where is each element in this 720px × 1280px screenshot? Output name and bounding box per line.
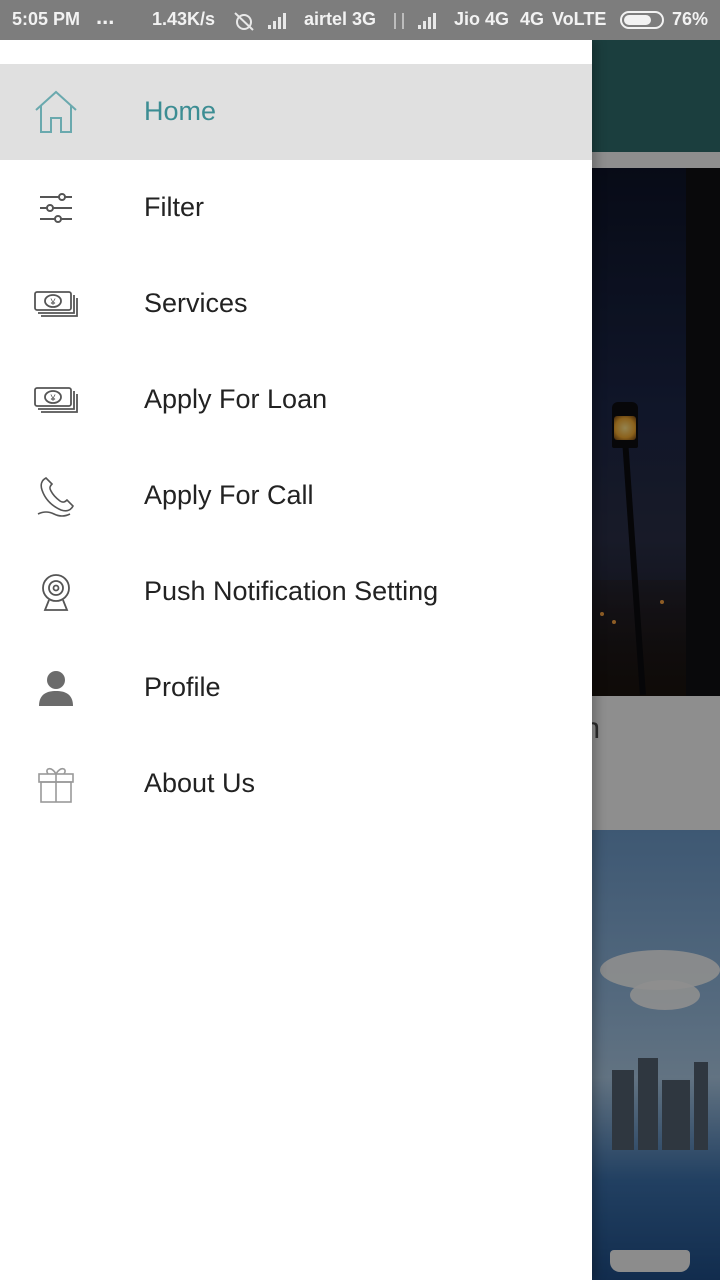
status-carrier-1: airtel 3G	[304, 9, 377, 29]
signal-strength-icon	[268, 12, 290, 29]
drawer-item-services[interactable]: ¥ Services	[0, 256, 592, 352]
signal-strength-icon	[418, 12, 440, 29]
phone-icon	[32, 472, 80, 520]
data-arrows-icon	[394, 13, 404, 29]
battery-icon	[620, 11, 664, 29]
status-carrier-2: Jio 4G	[454, 9, 510, 29]
drawer-item-apply-for-loan[interactable]: ¥ Apply For Loan	[0, 352, 592, 448]
person-icon	[32, 664, 80, 712]
drawer-item-apply-for-call[interactable]: Apply For Call	[0, 448, 592, 544]
drawer-item-filter[interactable]: Filter	[0, 160, 592, 256]
drawer-item-label: Filter	[144, 192, 204, 222]
drawer-item-label: About Us	[144, 768, 256, 798]
drawer-item-label: Services	[144, 288, 248, 318]
home-icon	[32, 88, 80, 136]
drawer-item-push-notification-setting[interactable]: Push Notification Setting	[0, 544, 592, 640]
navigation-drawer: Home Filter ¥ Services ¥ Apply For Loan …	[0, 40, 592, 1280]
drawer-item-label: Push Notification Setting	[144, 576, 439, 606]
drawer-item-label: Apply For Loan	[144, 384, 328, 414]
alarm-off-icon	[234, 12, 254, 31]
drawer-item-about-us[interactable]: About Us	[0, 736, 592, 832]
status-time: 5:05 PM	[12, 9, 81, 29]
svg-text:¥: ¥	[49, 297, 56, 307]
battery-level	[624, 15, 651, 25]
money-stack-icon: ¥	[32, 376, 80, 424]
status-bar: 5:05 PM ... 1.43K/s airtel 3G Jio 4G 4G …	[0, 0, 720, 40]
drawer-item-label: Profile	[144, 672, 221, 702]
drawer-item-profile[interactable]: Profile	[0, 640, 592, 736]
status-more-dots: ...	[96, 4, 115, 29]
drawer-item-home[interactable]: Home	[0, 64, 592, 160]
status-network-2: 4G	[520, 9, 545, 29]
svg-text:¥: ¥	[49, 393, 56, 403]
money-stack-icon: ¥	[32, 280, 80, 328]
webcam-icon	[32, 568, 80, 616]
status-volte: VoLTE	[552, 9, 607, 29]
drawer-top-spacer	[0, 40, 592, 64]
gift-icon	[32, 760, 80, 808]
drawer-item-label: Apply For Call	[144, 480, 314, 510]
drawer-item-label: Home	[144, 96, 217, 126]
filter-sliders-icon	[32, 184, 80, 232]
status-battery-percent: 76%	[672, 9, 709, 29]
status-network-speed: 1.43K/s	[152, 9, 216, 29]
